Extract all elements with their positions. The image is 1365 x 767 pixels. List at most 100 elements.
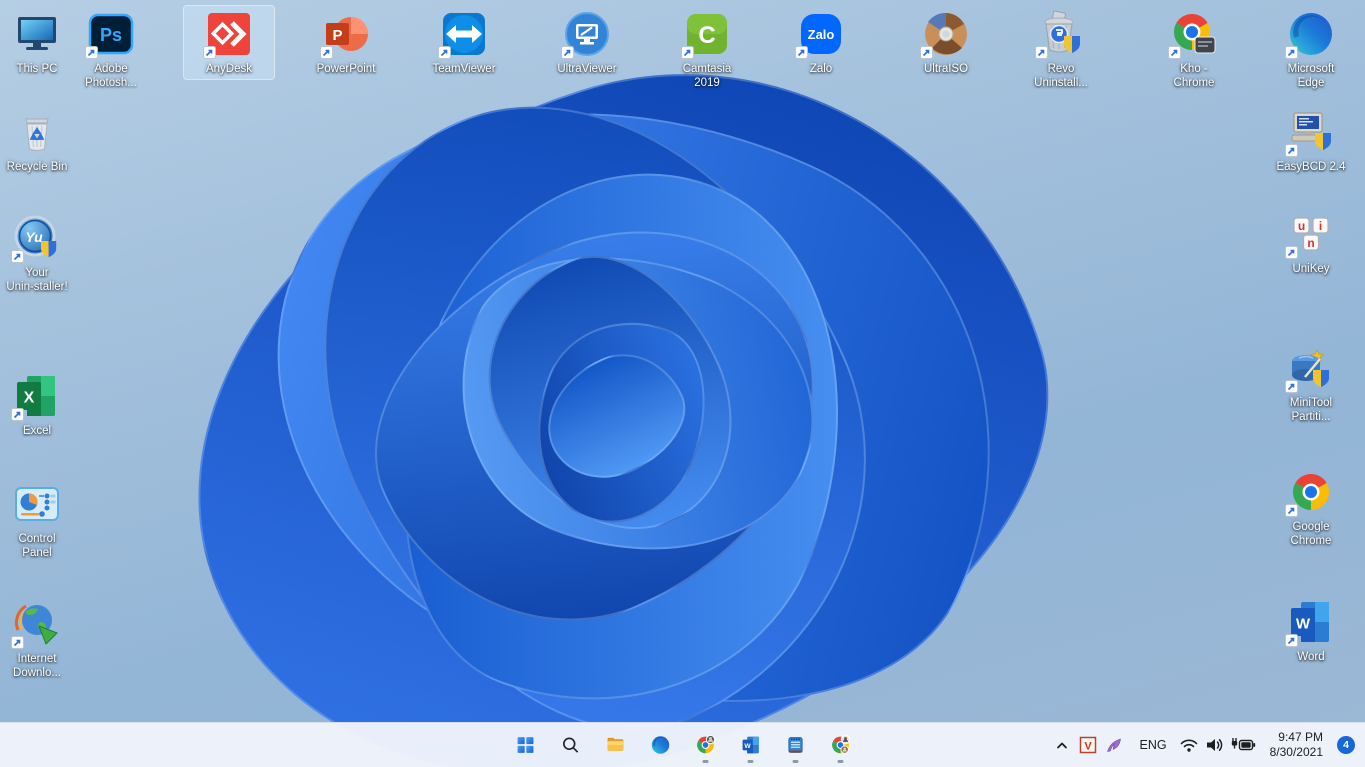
file-explorer-button[interactable]: [595, 725, 635, 765]
desktop-icon-revo-uninstaller[interactable]: Revo Uninstall...: [1016, 6, 1106, 94]
desktop-icon-label: TeamViewer: [432, 63, 496, 75]
notification-center-button[interactable]: 4: [1331, 727, 1355, 763]
kho-chrome-icon: [1168, 10, 1218, 59]
easybcd-icon: [1285, 108, 1335, 157]
shortcut-arrow-icon: [1285, 634, 1298, 647]
desktop-icon-excel[interactable]: X Excel: [0, 368, 82, 441]
shortcut-arrow-icon: [438, 46, 451, 59]
svg-text:Zalo: Zalo: [808, 27, 835, 42]
anydesk-icon: [203, 10, 253, 59]
desktop-icon-label: Recycle Bin: [6, 161, 68, 173]
folder-icon: [607, 737, 623, 751]
desktop-icon-label: Word: [1297, 651, 1325, 663]
wifi-tray-button[interactable]: [1176, 727, 1202, 763]
word-icon: W: [1285, 598, 1335, 647]
language-indicator[interactable]: ENG: [1131, 727, 1176, 763]
desktop-icon-label: Excel: [22, 425, 52, 437]
desktop-icon-label: UniKey: [1292, 263, 1330, 275]
revo-uninstaller-icon: [1035, 10, 1085, 59]
running-indicator: [747, 760, 753, 763]
desktop-icon-minitool[interactable]: MiniTool Partiti...: [1266, 340, 1356, 428]
desktop-icon-word[interactable]: W Word: [1266, 594, 1356, 667]
shortcut-arrow-icon: [85, 46, 98, 59]
svg-text:P: P: [332, 27, 342, 44]
shortcut-arrow-icon: [1168, 46, 1181, 59]
desktop-icon-camtasia[interactable]: C Camtasia 2019: [662, 6, 752, 94]
shortcut-arrow-icon: [1285, 144, 1298, 157]
desktop-icon-unikey[interactable]: uin UniKey: [1266, 206, 1356, 279]
svg-text:i: i: [1319, 219, 1322, 233]
desktop-icon-microsoft-edge[interactable]: Microsoft Edge: [1266, 6, 1356, 94]
chrome-profile-1-button[interactable]: [685, 725, 725, 765]
wallpaper-bloom: [104, 0, 1126, 767]
shortcut-arrow-icon: [1285, 380, 1298, 393]
svg-text:V: V: [1084, 741, 1092, 753]
desktop-icon-idm[interactable]: Internet Downlo...: [0, 596, 82, 684]
svg-text:W: W: [1296, 616, 1311, 633]
excel-icon: X: [11, 372, 61, 421]
start-button[interactable]: [505, 725, 545, 765]
clock[interactable]: 9:47 PM 8/30/2021: [1262, 727, 1331, 763]
svg-text:Yu: Yu: [25, 229, 43, 245]
desktop-icon-label: Control Panel: [18, 533, 56, 560]
shortcut-arrow-icon: [561, 46, 574, 59]
desktop-icon-recycle-bin[interactable]: Recycle Bin: [0, 104, 82, 177]
desktop-icon-control-panel[interactable]: Control Panel: [0, 476, 82, 564]
minitool-partition-icon: [1285, 344, 1335, 393]
desktop-icon-label: PowerPoint: [316, 63, 376, 75]
chrome-icon: [831, 734, 850, 754]
desktop-icon-powerpoint[interactable]: P PowerPoint: [301, 6, 391, 79]
desktop-icon-easybcd[interactable]: EasyBCD 2.4: [1266, 104, 1356, 177]
shortcut-arrow-icon: [795, 46, 808, 59]
notification-badge: 4: [1337, 736, 1355, 754]
svg-text:C: C: [698, 22, 715, 49]
speaker-icon: [1206, 739, 1222, 751]
desktop-icon-kho-chrome[interactable]: Kho - Chrome: [1149, 6, 1239, 94]
desktop-icon-adobe-photoshop[interactable]: Ps Adobe Photosh...: [66, 6, 156, 94]
chevron-up-icon: [1056, 742, 1067, 749]
teamviewer-icon: [438, 10, 488, 59]
search-button[interactable]: [550, 725, 590, 765]
chrome-profile-2-button[interactable]: [820, 725, 860, 765]
pen-app-tray-button[interactable]: [1101, 727, 1127, 763]
desktop-icon-label: Internet Downlo...: [13, 653, 61, 680]
shortcut-arrow-icon: [203, 46, 216, 59]
your-uninstaller-icon: Yu: [11, 214, 61, 263]
shortcut-arrow-icon: [1035, 46, 1048, 59]
word-taskbar-button[interactable]: W: [730, 725, 770, 765]
ultraiso-icon: [920, 10, 970, 59]
desktop-icon-google-chrome[interactable]: Google Chrome: [1266, 464, 1356, 552]
taskbar: W V ENG 9:47 PM 8/30/2021 4: [0, 722, 1365, 767]
edge-taskbar-button[interactable]: [640, 725, 680, 765]
desktop-icon-ultraviewer[interactable]: UltraViewer: [542, 6, 632, 79]
tray-overflow-chevron[interactable]: [1049, 727, 1075, 763]
desktop-icon-label: EasyBCD 2.4: [1276, 161, 1346, 173]
internet-download-manager-icon: [11, 600, 61, 649]
desktop-icon-label: AnyDesk: [205, 63, 253, 75]
shortcut-arrow-icon: [11, 636, 24, 649]
wifi-icon: [1180, 739, 1197, 752]
battery-tray-button[interactable]: [1228, 727, 1258, 763]
edge-icon: [1285, 10, 1335, 59]
battery-charging-icon: [1231, 738, 1255, 751]
desktop-icon-label: Your Unin-staller!: [6, 267, 68, 294]
desktop: This PC Ps Adobe Photosh... AnyDesk P Po…: [0, 0, 1365, 767]
shortcut-arrow-icon: [920, 46, 933, 59]
desktop-icon-anydesk[interactable]: AnyDesk: [183, 4, 275, 81]
recycle-bin-icon: [13, 108, 61, 156]
volume-tray-button[interactable]: [1202, 727, 1228, 763]
desktop-icon-zalo[interactable]: Zalo Zalo: [776, 6, 866, 79]
desktop-icon-label: MiniTool Partiti...: [1289, 397, 1333, 424]
chrome-icon: [1285, 468, 1335, 517]
shortcut-arrow-icon: [681, 46, 694, 59]
shortcut-arrow-icon: [1285, 46, 1298, 59]
desktop-icon-ultraiso[interactable]: UltraISO: [901, 6, 991, 79]
desktop-icon-teamviewer[interactable]: TeamViewer: [419, 6, 509, 79]
unikey-tray-button[interactable]: V: [1075, 727, 1101, 763]
photoshop-icon: Ps: [85, 10, 135, 59]
notebook-app-button[interactable]: [775, 725, 815, 765]
shortcut-arrow-icon: [1285, 246, 1298, 259]
desktop-icon-your-uninstaller[interactable]: Yu Your Unin-staller!: [0, 210, 82, 298]
tray-time: 9:47 PM: [1278, 730, 1323, 744]
zalo-icon: Zalo: [795, 10, 845, 59]
